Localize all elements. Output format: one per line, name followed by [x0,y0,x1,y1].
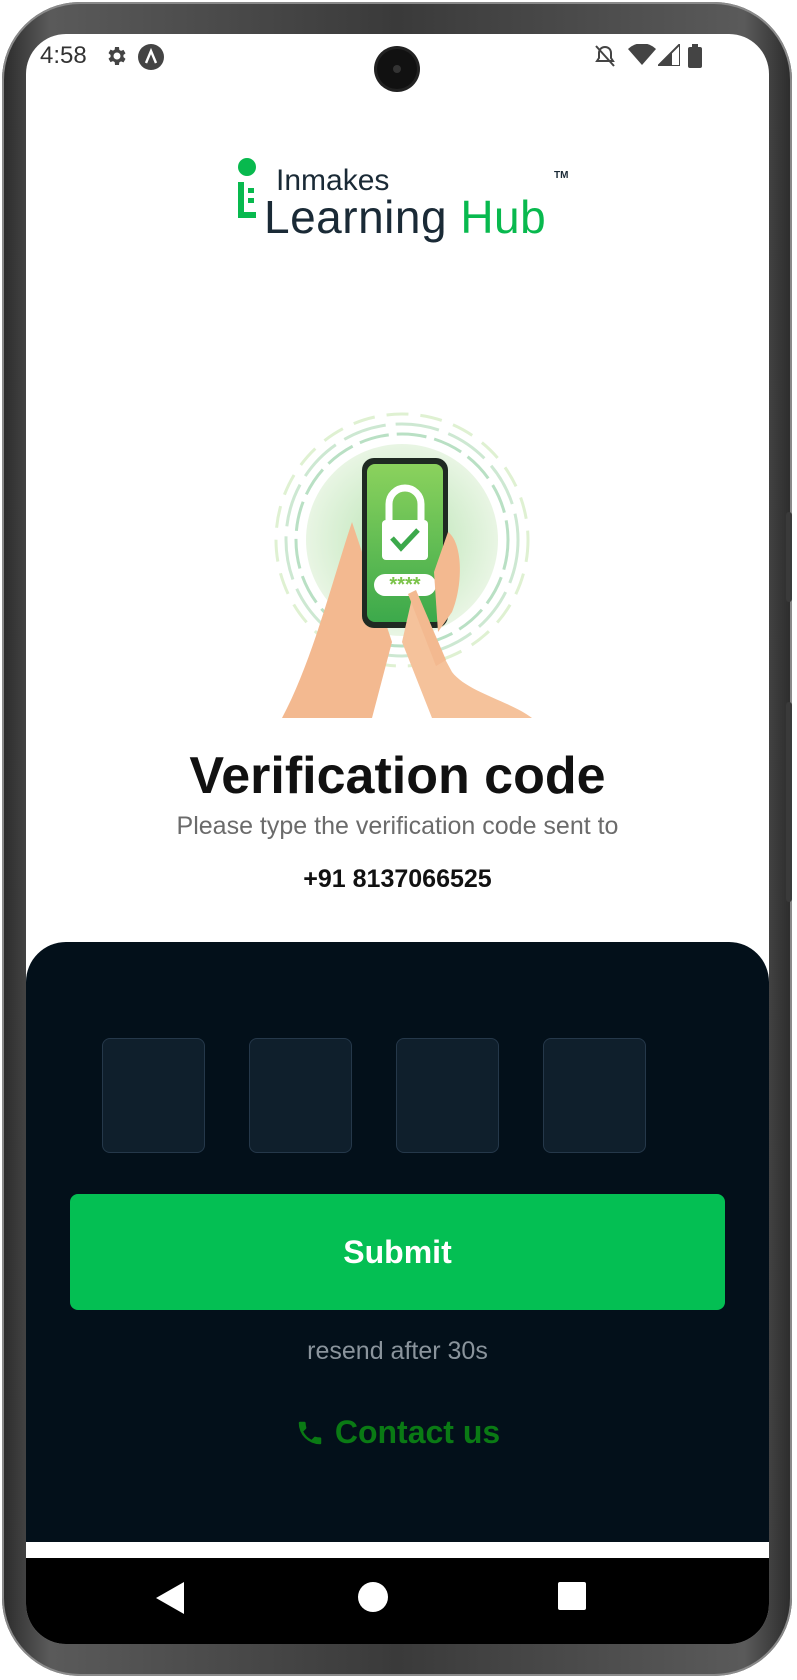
battery-icon [688,44,702,73]
silent-bell-icon [594,44,616,73]
page-subtitle: Please type the verification code sent t… [176,812,619,840]
trademark-mark: TM [554,170,569,181]
brand-learning: Learning [264,191,448,243]
home-icon[interactable] [358,1582,388,1617]
verification-sheet: Submit resend after 30s Contact us [26,942,769,1542]
status-time: 4:58 [40,42,87,69]
resend-timer-text: resend after 30s [307,1337,488,1365]
system-nav-bar [26,1558,769,1644]
volume-button [786,512,792,602]
logo-mark-icon [238,158,256,218]
phone-icon [298,1421,322,1444]
contact-us-link[interactable]: Contact us [26,1414,769,1451]
contact-us-label: Contact us [334,1414,501,1450]
otp-digit-3-input[interactable] [396,1038,499,1153]
otp-digit-2-input[interactable] [249,1038,352,1153]
screen: 4:58 Inmakes Learning Hub TM **** Verifi… [26,34,769,1644]
status-bar: 4:58 [26,34,769,90]
otp-digit-4-input[interactable] [543,1038,646,1153]
page-title: Verification code [189,747,606,805]
back-icon[interactable] [156,1582,184,1619]
phone-lock-verification-illustration: **** [252,412,552,718]
submit-button-label: Submit [343,1233,452,1270]
brand-logo: Inmakes Learning Hub TM [236,152,576,252]
brand-hub: Hub [460,191,547,243]
front-camera [377,49,417,89]
wifi-icon [628,43,656,71]
device-frame: 4:58 Inmakes Learning Hub TM **** Verifi… [2,2,792,1676]
settings-icon [104,44,128,73]
app-notification-icon [138,44,164,75]
target-phone-number: +91 8137066525 [303,865,492,893]
signal-icon [655,41,681,71]
recents-icon[interactable] [558,1582,586,1615]
brand-bottom-text: Learning Hub [264,190,546,244]
otp-digit-1-input[interactable] [102,1038,205,1153]
power-button [786,702,792,902]
submit-button[interactable]: Submit [70,1194,725,1310]
